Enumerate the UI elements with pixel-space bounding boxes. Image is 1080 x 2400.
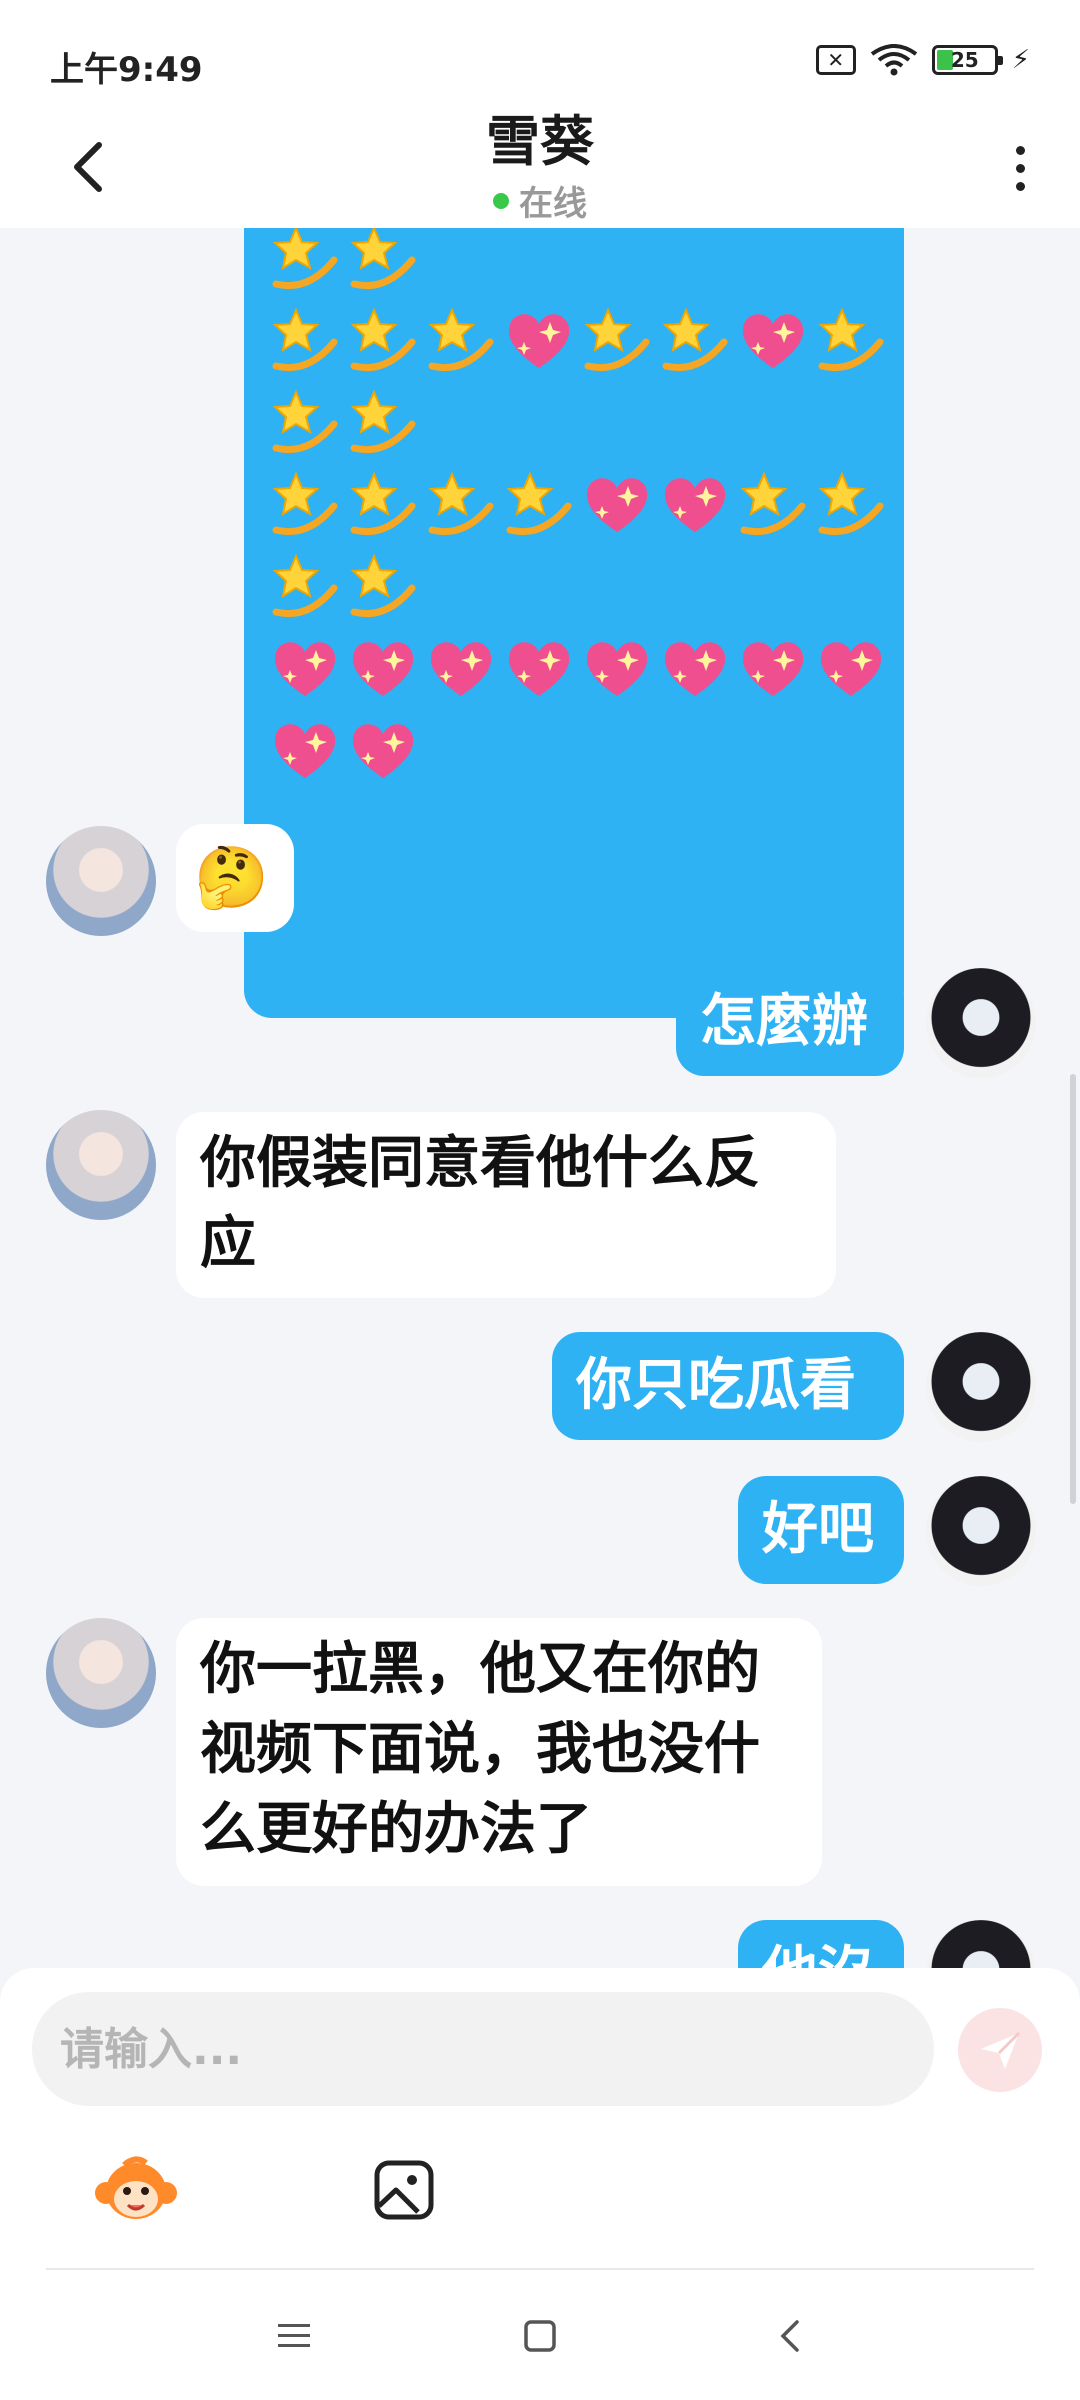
dizzy-star-emoji-icon <box>268 386 342 460</box>
send-icon <box>981 2031 1021 2069</box>
status-bar: 上午9:49 ✕ 25 ⚡ <box>0 0 1080 110</box>
message-bubble-me[interactable]: 你只吃瓜看 <box>552 1332 904 1440</box>
message-input-box[interactable] <box>32 1992 934 2106</box>
emoji-row <box>268 710 880 792</box>
dizzy-star-emoji-icon <box>268 304 342 378</box>
online-status: 在线 <box>0 176 1080 225</box>
message-bubble-me[interactable]: 他沒 <box>738 1920 904 1968</box>
chat-header: 雪葵 在线 <box>0 110 1080 228</box>
message-bubble-them[interactable]: 你假装同意看他什么反 应 <box>176 1112 836 1298</box>
system-navigation-bar <box>0 2272 1080 2400</box>
message-list[interactable]: 🤔 怎麼辦 你假装同意看他什么反 应 你只吃瓜看 好吧 你一拉黑，他又在你的 视… <box>0 228 1080 1968</box>
battery-level: 25 <box>950 48 979 72</box>
sparkling-heart-emoji-icon <box>346 632 420 706</box>
send-button[interactable] <box>958 2008 1042 2092</box>
message-bubble-them[interactable]: 🤔 <box>176 824 294 932</box>
emoji-row <box>268 546 880 628</box>
emoji-row <box>268 300 884 382</box>
emoji-row <box>268 464 884 546</box>
battery-icon: 25 <box>931 45 1003 75</box>
home-square-icon <box>524 2320 556 2352</box>
emoji-row <box>268 382 880 464</box>
sparkling-heart-emoji-icon <box>658 632 732 706</box>
sparkling-heart-emoji-icon <box>580 468 654 542</box>
emoji-row <box>268 628 882 710</box>
message-line: 么更好的办法了 <box>200 1797 592 1862</box>
message-line: 应 <box>200 1211 256 1276</box>
sparkling-heart-emoji-icon <box>268 632 342 706</box>
sparkling-heart-emoji-icon <box>268 714 342 788</box>
sparkling-heart-emoji-icon <box>736 304 810 378</box>
back-arrow-icon <box>74 142 102 192</box>
scrollbar[interactable] <box>1070 1074 1076 1504</box>
dizzy-star-emoji-icon <box>268 228 342 296</box>
dizzy-star-emoji-icon <box>580 304 654 378</box>
wifi-icon <box>870 44 917 76</box>
status-icons: ✕ 25 ⚡ <box>815 44 1030 76</box>
nav-back-button[interactable] <box>750 2296 830 2376</box>
more-dots-icon <box>1015 145 1025 155</box>
message-line: 你一拉黑，他又在你的 <box>200 1637 760 1702</box>
dizzy-star-emoji-icon <box>346 386 420 460</box>
emoji-row <box>268 228 880 300</box>
contact-name: 雪葵 <box>486 110 594 173</box>
divider <box>46 2268 1034 2270</box>
sparkling-heart-emoji-icon <box>580 632 654 706</box>
my-avatar[interactable] <box>926 1332 1036 1442</box>
dizzy-star-emoji-icon <box>736 468 810 542</box>
sparkling-heart-emoji-icon <box>736 632 810 706</box>
dizzy-star-emoji-icon <box>658 304 732 378</box>
sticker-button[interactable] <box>94 2148 178 2232</box>
image-icon <box>374 2160 434 2220</box>
dizzy-star-emoji-icon <box>346 550 420 624</box>
dizzy-star-emoji-icon <box>268 550 342 624</box>
monkey-sticker-icon <box>95 2156 177 2219</box>
home-button[interactable] <box>500 2296 580 2376</box>
menu-button[interactable] <box>254 2296 334 2376</box>
online-dot <box>493 192 509 209</box>
dizzy-star-emoji-icon <box>424 468 498 542</box>
message-input[interactable] <box>60 2023 934 2075</box>
contact-avatar[interactable] <box>46 1110 156 1220</box>
my-avatar[interactable] <box>926 968 1036 1078</box>
message-line: 你假装同意看他什么反 <box>200 1131 760 1196</box>
dizzy-star-emoji-icon <box>268 468 342 542</box>
sparkling-heart-emoji-icon <box>424 632 498 706</box>
image-button[interactable] <box>362 2148 446 2232</box>
message-bubble-them[interactable]: 你一拉黑，他又在你的 视频下面说，我也没什 么更好的办法了 <box>176 1618 822 1886</box>
back-button[interactable] <box>52 122 122 212</box>
contact-avatar[interactable] <box>46 1618 156 1728</box>
dizzy-star-emoji-icon <box>424 304 498 378</box>
message-line: 视频下面说，我也没什 <box>200 1717 760 1782</box>
sparkling-heart-emoji-icon <box>346 714 420 788</box>
sparkling-heart-emoji-icon <box>658 468 732 542</box>
online-status-text: 在线 <box>519 184 587 224</box>
my-avatar[interactable] <box>926 1476 1036 1586</box>
message-bubble-me[interactable]: 怎麼辦 <box>676 968 904 1076</box>
menu-icon <box>278 2324 310 2347</box>
dizzy-star-emoji-icon <box>814 304 888 378</box>
composer-panel <box>0 1968 1080 2400</box>
emoji-message-bubble[interactable] <box>244 228 904 1018</box>
dizzy-star-emoji-icon <box>346 468 420 542</box>
dizzy-star-emoji-icon <box>502 468 576 542</box>
sparkling-heart-emoji-icon <box>502 632 576 706</box>
contact-avatar[interactable] <box>46 826 156 936</box>
dizzy-star-emoji-icon <box>346 228 420 296</box>
dizzy-star-emoji-icon <box>346 304 420 378</box>
message-bubble-me[interactable]: 好吧 <box>738 1476 904 1584</box>
sim-disabled-icon: ✕ <box>815 45 856 75</box>
my-avatar[interactable] <box>926 1920 1036 1968</box>
charging-icon: ⚡ <box>1011 45 1030 75</box>
status-time: 上午9:49 <box>50 50 203 90</box>
sparkling-heart-emoji-icon <box>814 632 888 706</box>
chat-screen: 上午9:49 ✕ 25 ⚡ 雪葵 在线 🤔 怎麼辦 你假装同意看他什么反 应 你… <box>0 0 1080 2400</box>
dizzy-star-emoji-icon <box>814 468 888 542</box>
sparkling-heart-emoji-icon <box>502 304 576 378</box>
nav-back-icon <box>780 2320 799 2352</box>
more-options-button[interactable] <box>1000 126 1040 210</box>
